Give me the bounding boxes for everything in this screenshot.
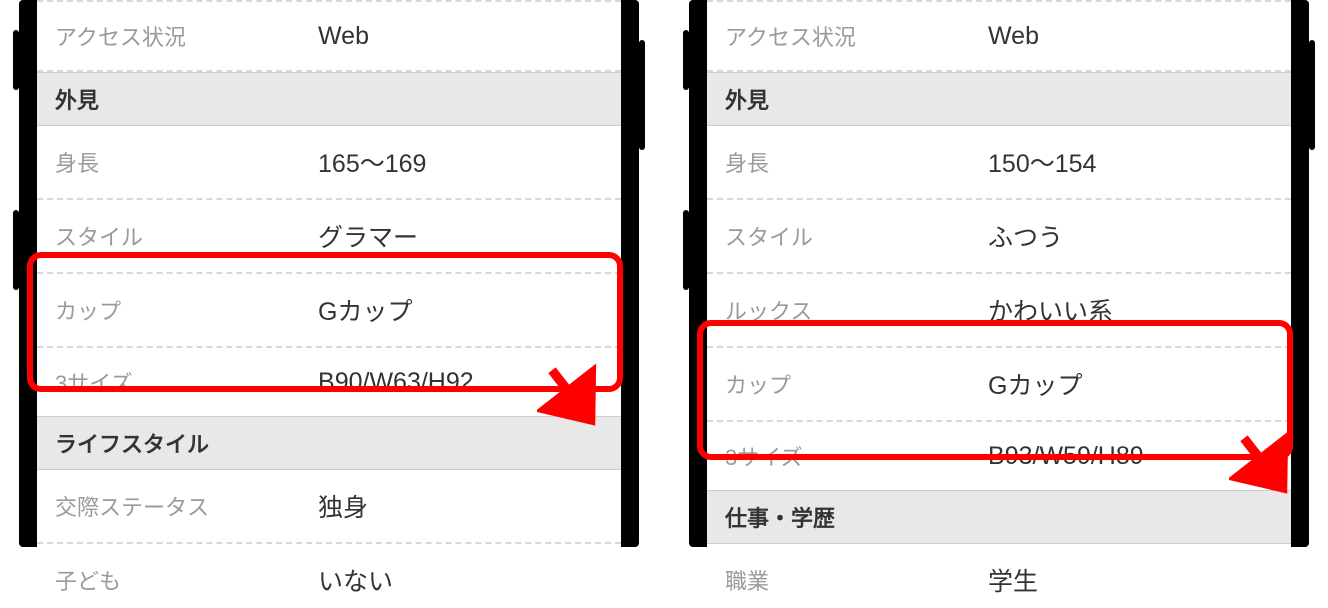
arrow-icon-left bbox=[537, 362, 615, 440]
row-access[interactable]: アクセス状況 Web bbox=[37, 0, 621, 72]
row-3size[interactable]: 3サイズ B90/W63/H92 bbox=[37, 348, 621, 416]
row-style-r[interactable]: スタイル ふつう bbox=[707, 200, 1291, 274]
value-access: Web bbox=[318, 22, 369, 51]
row-3size-r[interactable]: 3サイズ B93/W59/H89 bbox=[707, 422, 1291, 490]
row-access-r[interactable]: アクセス状況 Web bbox=[707, 0, 1291, 72]
phone-right: アクセス状況 Web 外見 身長 150〜154 スタイル ふつう ルックス か… bbox=[689, 0, 1309, 547]
row-relationship[interactable]: 交際ステータス 独身 bbox=[37, 470, 621, 544]
label-access: アクセス状況 bbox=[55, 20, 318, 52]
row-height-r[interactable]: 身長 150〜154 bbox=[707, 126, 1291, 200]
arrow-icon-right bbox=[1229, 430, 1307, 508]
row-job-r[interactable]: 職業 学生 bbox=[707, 544, 1291, 608]
section-appearance: 外見 bbox=[37, 72, 621, 126]
section-appearance-r: 外見 bbox=[707, 72, 1291, 126]
section-lifestyle: ライフスタイル bbox=[37, 416, 621, 470]
screen-right[interactable]: アクセス状況 Web 外見 身長 150〜154 スタイル ふつう ルックス か… bbox=[707, 0, 1291, 608]
section-work-r: 仕事・学歴 bbox=[707, 490, 1291, 544]
screen-left[interactable]: アクセス状況 Web 外見 身長 165〜169 スタイル グラマー カップ G… bbox=[37, 0, 621, 608]
row-looks-r[interactable]: ルックス かわいい系 bbox=[707, 274, 1291, 348]
row-style[interactable]: スタイル グラマー bbox=[37, 200, 621, 274]
row-cup-r[interactable]: カップ Gカップ bbox=[707, 348, 1291, 422]
row-height[interactable]: 身長 165〜169 bbox=[37, 126, 621, 200]
phone-left: アクセス状況 Web 外見 身長 165〜169 スタイル グラマー カップ G… bbox=[19, 0, 639, 547]
row-cup[interactable]: カップ Gカップ bbox=[37, 274, 621, 348]
row-children[interactable]: 子ども いない bbox=[37, 544, 621, 608]
